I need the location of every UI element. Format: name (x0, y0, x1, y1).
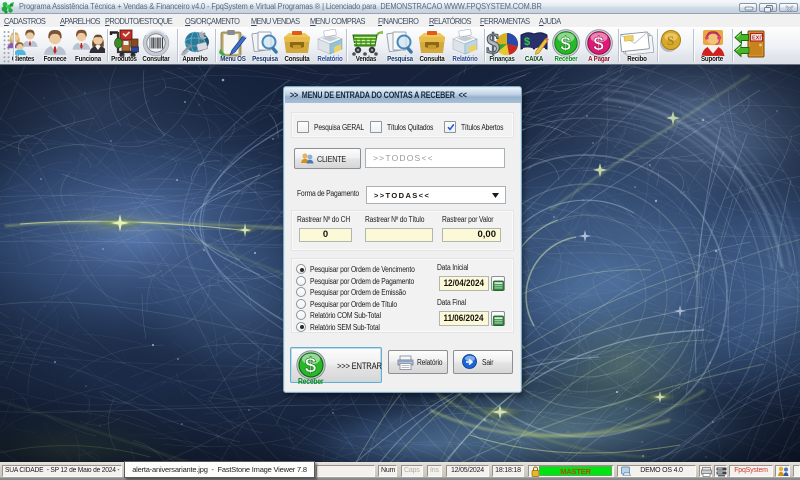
svg-text:$: $ (524, 36, 530, 48)
svg-text:$: $ (486, 29, 500, 57)
svg-text:EXIT: EXIT (752, 36, 765, 42)
svg-text:$: $ (593, 34, 604, 55)
svg-text:S: S (667, 33, 674, 48)
svg-text:$: $ (305, 355, 317, 378)
